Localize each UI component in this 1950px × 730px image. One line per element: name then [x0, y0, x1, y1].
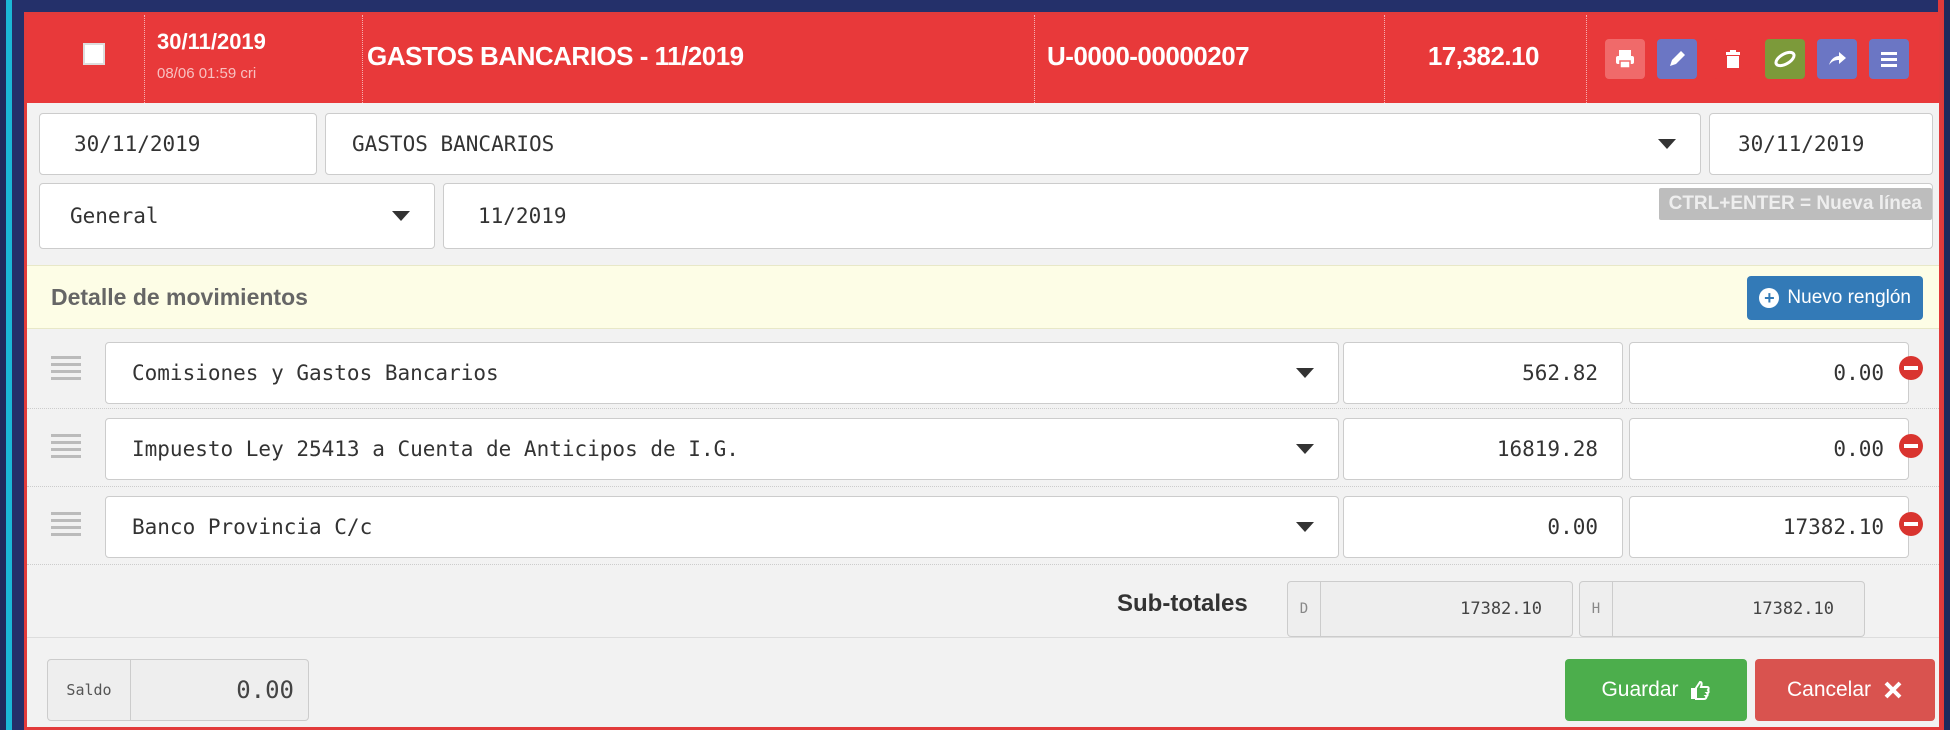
save-button[interactable]: Guardar: [1565, 659, 1747, 721]
chevron-down-icon: [1296, 368, 1314, 378]
drag-handle-icon[interactable]: [51, 356, 81, 380]
account-select[interactable]: Banco Provincia C/c: [105, 496, 1339, 558]
journal-entry-panel: 30/11/2019 08/06 01:59 cri GASTOS BANCAR…: [24, 12, 1942, 730]
balance-value: 0.00: [236, 676, 294, 704]
debit-input[interactable]: 16819.28: [1343, 418, 1623, 480]
debit-input[interactable]: 0.00: [1343, 496, 1623, 558]
account-value: Comisiones y Gastos Bancarios: [132, 361, 499, 385]
share-button[interactable]: [1817, 39, 1857, 79]
thumbs-up-icon: [1690, 680, 1710, 700]
balance-label: Saldo: [48, 660, 131, 720]
save-label: Guardar: [1601, 678, 1679, 701]
type-select[interactable]: General: [39, 183, 435, 249]
attach-icon: [1774, 50, 1796, 68]
attach-button[interactable]: [1765, 39, 1805, 79]
table-row: Banco Provincia C/c 0.00 17382.10: [27, 486, 1939, 565]
print-button[interactable]: [1605, 39, 1645, 79]
entry-date: 30/11/2019: [157, 29, 266, 54]
debit-input[interactable]: 562.82: [1343, 342, 1623, 404]
print-icon: [1616, 50, 1634, 69]
header-select-cell: [27, 15, 145, 103]
entry-header: 30/11/2019 08/06 01:59 cri GASTOS BANCAR…: [27, 15, 1939, 103]
select-checkbox[interactable]: [83, 43, 105, 65]
credit-prefix: H: [1580, 582, 1613, 636]
drag-handle-icon[interactable]: [51, 512, 81, 536]
debit-prefix: D: [1288, 582, 1321, 636]
edit-button[interactable]: [1657, 39, 1697, 79]
detail-header: Detalle de movimientos + Nuevo renglón: [27, 265, 1939, 329]
table-row: Impuesto Ley 25413 a Cuenta de Anticipos…: [27, 408, 1939, 487]
new-row-button[interactable]: + Nuevo renglón: [1747, 276, 1923, 320]
remove-row-icon[interactable]: [1899, 434, 1923, 458]
credit-input[interactable]: 17382.10: [1629, 496, 1909, 558]
debit-subtotal-value: 17382.10: [1460, 599, 1542, 619]
type-select-value: General: [70, 204, 159, 228]
account-value: Banco Provincia C/c: [132, 515, 373, 539]
chevron-down-icon: [1296, 522, 1314, 532]
plus-circle-icon: +: [1759, 288, 1780, 308]
detail-title: Detalle de movimientos: [51, 284, 308, 310]
credit-subtotal: H 17382.10: [1579, 581, 1865, 637]
subtotals-label: Sub-totales: [1117, 590, 1248, 617]
entry-timestamp: 08/06 01:59 cri: [157, 65, 257, 82]
entry-title: GASTOS BANCARIOS - 11/2019: [367, 41, 744, 71]
trash-icon: [1726, 50, 1740, 68]
new-row-label: Nuevo renglón: [1787, 287, 1911, 308]
date-input[interactable]: 30/11/2019: [39, 113, 317, 175]
cancel-button[interactable]: Cancelar: [1755, 659, 1935, 721]
delete-button[interactable]: [1713, 39, 1753, 79]
menu-button[interactable]: [1869, 39, 1909, 79]
drag-handle-icon[interactable]: [51, 434, 81, 458]
remove-row-icon[interactable]: [1899, 356, 1923, 380]
chevron-down-icon: [1296, 444, 1314, 454]
credit-input[interactable]: 0.00: [1629, 418, 1909, 480]
entry-code: U-0000-00000207: [1047, 41, 1250, 71]
menu-icon: [1881, 52, 1897, 67]
shortcut-hint: CTRL+ENTER = Nueva línea: [1658, 188, 1932, 220]
close-icon: [1884, 681, 1902, 699]
chevron-down-icon: [1658, 139, 1676, 149]
window-frame: 30/11/2019 08/06 01:59 cri GASTOS BANCAR…: [6, 0, 1944, 730]
concept-select-value: GASTOS BANCARIOS: [352, 132, 555, 156]
debit-subtotal: D 17382.10: [1287, 581, 1573, 637]
concept-select[interactable]: GASTOS BANCARIOS: [325, 113, 1701, 175]
remove-row-icon[interactable]: [1899, 512, 1923, 536]
balance-field: Saldo 0.00: [47, 659, 309, 721]
edit-icon: [1670, 51, 1685, 66]
chevron-down-icon: [392, 211, 410, 221]
entry-amount: 17,382.10: [1427, 41, 1540, 71]
period-input[interactable]: 11/2019 CTRL+ENTER = Nueva línea: [443, 183, 1933, 249]
account-select[interactable]: Comisiones y Gastos Bancarios: [105, 342, 1339, 404]
credit-subtotal-value: 17382.10: [1752, 599, 1834, 619]
account-value: Impuesto Ley 25413 a Cuenta de Anticipos…: [132, 437, 739, 461]
second-date-input[interactable]: 30/11/2019: [1709, 113, 1933, 175]
table-row: Comisiones y Gastos Bancarios 562.82 0.0…: [27, 330, 1939, 409]
credit-input[interactable]: 0.00: [1629, 342, 1909, 404]
cancel-label: Cancelar: [1786, 678, 1872, 701]
account-select[interactable]: Impuesto Ley 25413 a Cuenta de Anticipos…: [105, 418, 1339, 480]
footer-divider: [27, 637, 1939, 638]
period-input-value: 11/2019: [478, 204, 567, 228]
share-icon: [1829, 52, 1846, 65]
